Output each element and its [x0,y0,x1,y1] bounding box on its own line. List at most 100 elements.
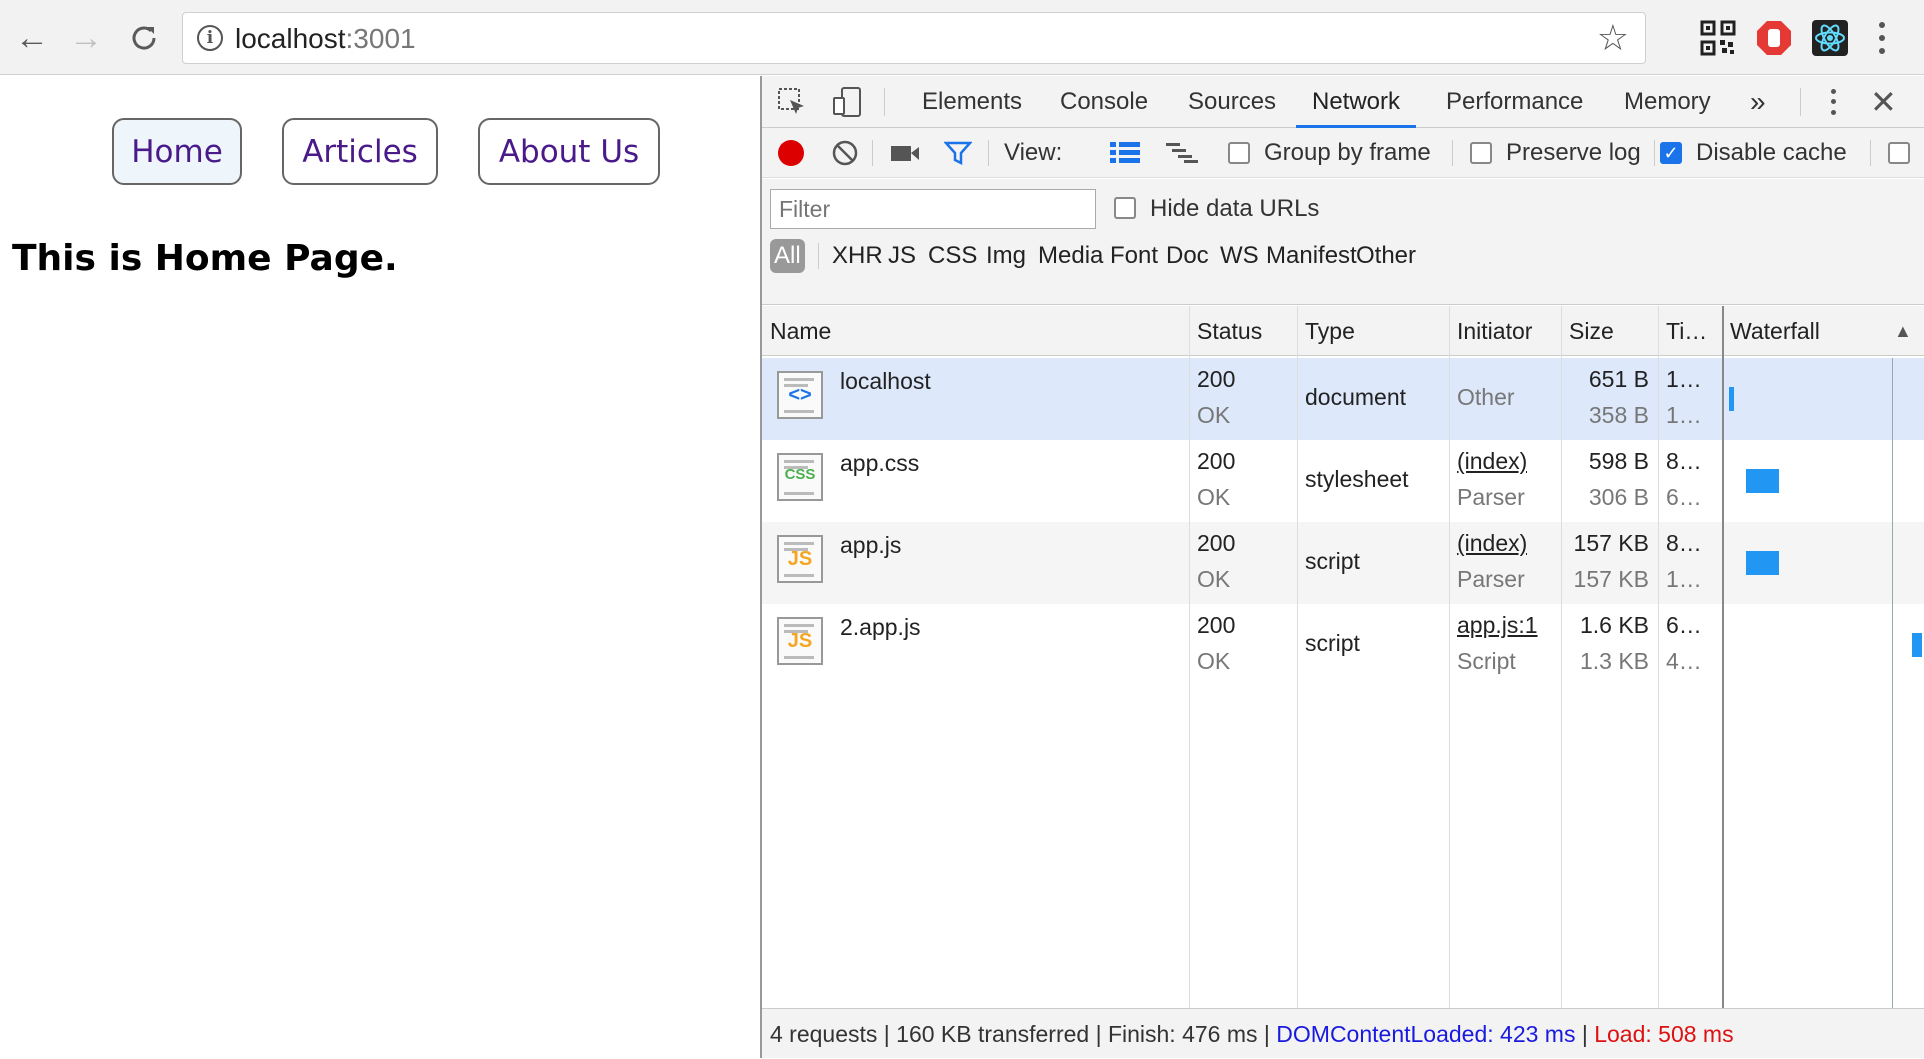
request-initiator-link[interactable]: (index) [1457,530,1527,557]
status-separator: | [1575,1021,1595,1047]
nav-about-us-button[interactable]: About Us [478,118,660,185]
type-filter-media[interactable]: Media [1034,239,1107,273]
request-status-text: OK [1197,566,1231,592]
filter-input[interactable] [770,189,1096,229]
disable-cache-checkbox[interactable]: ✓ [1660,142,1682,164]
page-viewport: Home Articles About Us This is Home Page… [0,76,760,1058]
type-filter-manifest[interactable]: Manifest [1262,239,1361,273]
tab-memory[interactable]: Memory [1622,76,1713,128]
type-filter-all[interactable]: All [770,239,805,273]
forward-arrow-icon[interactable]: → [66,18,106,58]
request-time: 8… [1666,530,1702,556]
devtools-menu-icon[interactable] [1826,86,1840,118]
record-icon[interactable] [778,140,804,166]
device-toolbar-icon[interactable] [832,86,864,118]
nav-articles-button[interactable]: Articles [282,118,438,185]
request-time: 8… [1666,448,1702,474]
preserve-log-label: Preserve log [1506,139,1641,166]
more-tabs-icon[interactable]: » [1748,76,1768,128]
request-size: 157 KB [1573,530,1649,556]
column-name[interactable]: Name [762,306,1189,356]
request-latency: 4… [1666,648,1702,674]
stop-hand-icon[interactable] [1756,20,1792,56]
inspect-element-icon[interactable] [776,86,808,118]
sort-ascending-icon[interactable]: ▲ [1886,306,1922,356]
devtools-tab-bar: Elements Console Sources Network Perform… [762,76,1924,128]
devtools-panel: Elements Console Sources Network Perform… [760,76,1924,1058]
column-waterfall[interactable]: Waterfall [1722,306,1882,356]
address-bar[interactable]: i localhost:3001 ☆ [182,12,1646,64]
request-status-text: OK [1197,484,1231,510]
waterfall-bar [1745,551,1779,575]
table-row[interactable]: <> localhost 200 OK document Other 651 B 358 B 1… [762,358,1924,440]
column-time[interactable]: Ti… [1658,306,1722,356]
waterfall-bar [1912,633,1922,657]
page-heading: This is Home Page. [12,238,398,279]
url-text: localhost:3001 [235,23,416,54]
type-filter-font[interactable]: Font [1106,239,1162,273]
large-rows-icon[interactable] [1110,142,1140,171]
disable-cache-label: Disable cache [1696,139,1847,166]
request-name[interactable]: app.js [840,532,901,559]
request-type: script [1305,630,1360,656]
info-icon[interactable]: i [197,25,223,51]
offline-checkbox[interactable] [1888,142,1910,164]
filter-bar: Hide data URLs All XHR JS CSS Img Media … [762,179,1924,305]
html-file-icon: <> [776,370,824,420]
request-size: 1.6 KB [1579,612,1649,638]
tab-console[interactable]: Console [1058,76,1150,128]
back-arrow-icon[interactable]: ← [12,18,52,58]
nav-home-button[interactable]: Home [112,118,242,185]
tab-elements[interactable]: Elements [920,76,1024,128]
view-label: View: [1004,139,1063,166]
close-devtools-icon[interactable]: ✕ [1870,86,1902,118]
column-type[interactable]: Type [1297,306,1449,356]
request-initiator-link[interactable]: app.js:1 [1457,612,1538,639]
type-filter-xhr[interactable]: XHR [828,239,887,273]
column-initiator[interactable]: Initiator [1449,306,1561,356]
request-initiator-type: Parser [1457,566,1525,592]
column-size[interactable]: Size [1561,306,1658,356]
request-name[interactable]: app.css [840,450,919,477]
tab-performance[interactable]: Performance [1444,76,1585,128]
status-domcontentloaded: DOMContentLoaded: 423 ms [1276,1021,1576,1047]
react-devtools-icon[interactable] [1812,20,1848,56]
type-filter-ws[interactable]: WS [1216,239,1263,273]
tab-network[interactable]: Network [1296,76,1417,128]
request-initiator-link[interactable]: (index) [1457,448,1527,475]
type-filter-doc[interactable]: Doc [1162,239,1213,273]
browser-toolbar: ← → i localhost:3001 ☆ [0,0,1924,75]
type-filter-other[interactable]: Other [1352,239,1420,273]
request-size-resource: 1.3 KB [1579,648,1649,674]
column-status[interactable]: Status [1189,306,1297,356]
bookmark-star-icon[interactable]: ☆ [1597,17,1629,59]
screenshot-camera-icon[interactable] [890,140,920,173]
table-row[interactable]: CSS app.css 200 OK stylesheet (index) Parser 59… [762,440,1924,522]
browser-menu-icon[interactable] [1872,18,1892,58]
request-name[interactable]: 2.app.js [840,614,921,641]
group-by-frame-checkbox[interactable] [1228,142,1250,164]
type-filter-js[interactable]: JS [884,239,920,273]
preserve-log-checkbox[interactable] [1470,142,1492,164]
overview-icon[interactable] [1166,142,1198,171]
request-latency: 1… [1666,566,1702,592]
request-time: 1… [1666,366,1702,392]
filter-funnel-icon[interactable] [943,140,973,173]
request-type: script [1305,548,1360,574]
request-size: 598 B [1588,448,1649,474]
waterfall-bar [1728,387,1734,411]
reload-icon[interactable] [124,18,164,58]
qr-code-icon[interactable] [1700,20,1736,56]
table-row[interactable]: JS 2.app.js 200 OK script app.js:1 Script 1.6 K… [762,604,1924,686]
type-filter-css[interactable]: CSS [924,239,981,273]
request-latency: 1… [1666,402,1702,428]
request-initiator-type: Script [1457,648,1516,674]
request-status: 200 [1197,612,1236,638]
request-status-text: OK [1197,648,1231,674]
table-row[interactable]: JS app.js 200 OK script (index) Parser 157 KB 15… [762,522,1924,604]
clear-icon[interactable] [832,140,858,173]
hide-data-urls-checkbox[interactable] [1114,197,1136,219]
tab-sources[interactable]: Sources [1186,76,1278,128]
type-filter-img[interactable]: Img [982,239,1030,273]
request-name[interactable]: localhost [840,368,931,395]
